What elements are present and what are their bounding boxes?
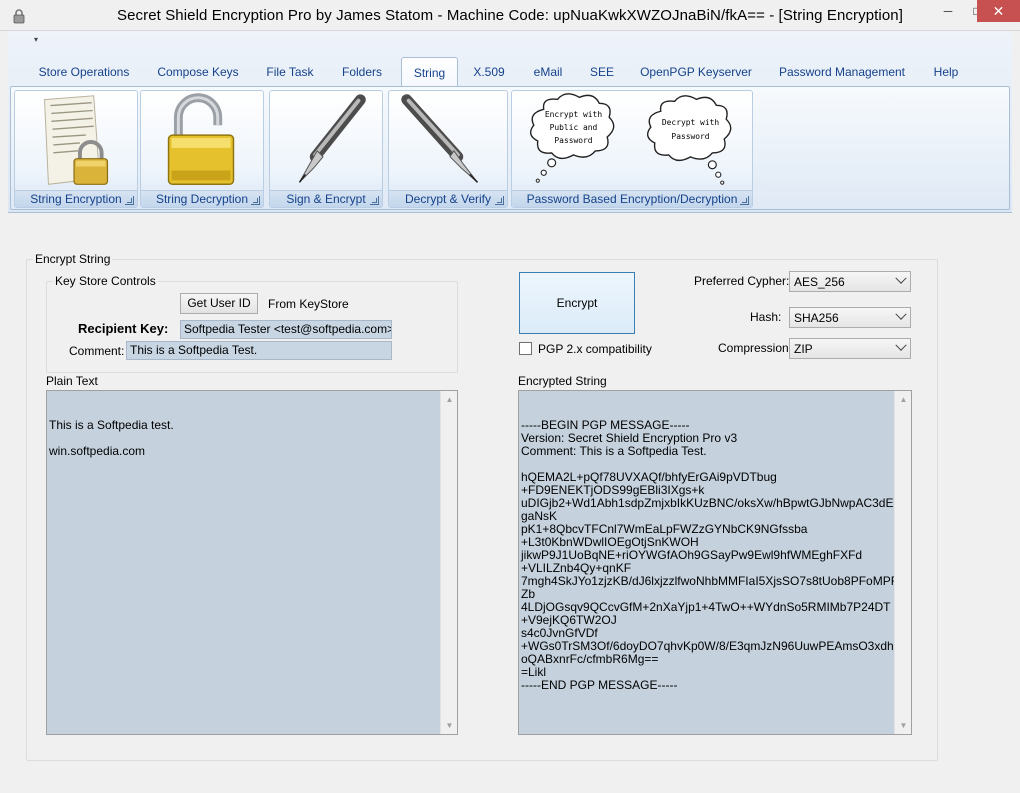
encrypt-bubble-line-3: Password (554, 136, 592, 145)
pgp2x-label: PGP 2.x compatibility (538, 342, 652, 356)
scroll-down-icon[interactable]: ▼ (441, 717, 457, 734)
tab-password-management[interactable]: Password Management (774, 57, 910, 86)
group-string-encryption[interactable]: String Encryption (14, 90, 138, 208)
scroll-down-icon[interactable]: ▼ (895, 717, 911, 734)
dialog-launcher-icon[interactable] (125, 196, 134, 205)
ribbon-tabs: Store Operations Compose Keys File Task … (8, 57, 1012, 87)
preferred-cypher-select[interactable]: AES_256 (789, 271, 911, 292)
plain-text-scrollbar[interactable]: ▲ ▼ (440, 391, 457, 734)
window-frame-right (1012, 31, 1020, 793)
encrypt-bubble-line-2: Public and (550, 123, 598, 132)
get-user-id-button[interactable]: Get User ID (180, 293, 258, 314)
plain-text-area[interactable]: This is a Softpedia test. win.softpedia.… (46, 390, 458, 735)
recipient-key-field[interactable]: Softpedia Tester <test@softpedia.com> (180, 320, 392, 339)
fountain-pen-icon (298, 94, 366, 183)
title-bar: Secret Shield Encryption Pro by James St… (0, 0, 1020, 31)
group-string-decryption[interactable]: String Decryption (140, 90, 264, 208)
group-label-sign-encrypt: Sign & Encrypt (270, 190, 382, 207)
decrypt-bubble-line-2: Password (671, 132, 709, 141)
group-password-based[interactable]: Encrypt with Public and Password Decrypt… (511, 90, 753, 208)
ribbon-panel-string: String Encryption String Decryption Sign… (10, 86, 1010, 210)
encrypt-string-title: Encrypt String (33, 252, 113, 266)
encrypted-string-content: -----BEGIN PGP MESSAGE----- Version: Sec… (521, 418, 912, 692)
key-store-controls-title: Key Store Controls (53, 274, 158, 288)
group-label-string-decryption: String Decryption (141, 190, 263, 207)
dialog-launcher-icon[interactable] (495, 196, 504, 205)
recipient-key-label: Recipient Key: (78, 321, 169, 336)
string-encryption-view: Encrypt String Key Store Controls Get Us… (8, 213, 1012, 785)
thought-bubble-icon: Encrypt with Public and Password Decrypt… (529, 93, 732, 185)
compression-value: ZIP (794, 342, 813, 356)
dialog-launcher-icon[interactable] (251, 196, 260, 205)
encrypted-string-scrollbar[interactable]: ▲ ▼ (894, 391, 911, 734)
plain-text-content: This is a Softpedia test. win.softpedia.… (49, 418, 174, 458)
padlock-open-icon (167, 93, 235, 186)
chevron-down-icon (895, 308, 907, 320)
chevron-down-icon (895, 272, 907, 284)
compression-select[interactable]: ZIP (789, 338, 911, 359)
minimize-button[interactable]: ─ (933, 0, 963, 22)
encrypted-string-area[interactable]: -----BEGIN PGP MESSAGE----- Version: Sec… (518, 390, 912, 735)
encrypted-string-label: Encrypted String (518, 374, 607, 388)
dialog-launcher-icon[interactable] (370, 196, 379, 205)
tab-string[interactable]: String (401, 57, 458, 87)
pgp2x-checkbox[interactable] (519, 342, 532, 355)
compression-label: Compression (718, 341, 789, 355)
tab-openpgp-keyserver[interactable]: OpenPGP Keyserver (636, 57, 756, 86)
plain-text-label: Plain Text (46, 374, 98, 388)
tab-see[interactable]: SEE (586, 57, 618, 86)
document-lock-icon (44, 95, 109, 185)
window-title: Secret Shield Encryption Pro by James St… (116, 7, 904, 24)
tab-email[interactable]: eMail (526, 57, 570, 86)
tab-store-operations[interactable]: Store Operations (28, 57, 140, 86)
encrypt-bubble[interactable]: Encrypt with Public and Password (529, 93, 615, 183)
scroll-up-icon[interactable]: ▲ (441, 391, 457, 408)
tab-file-task[interactable]: File Task (258, 57, 322, 86)
hash-value: SHA256 (794, 311, 839, 325)
hash-select[interactable]: SHA256 (789, 307, 911, 328)
from-keystore-label: From KeyStore (268, 297, 349, 311)
group-label-string-encryption: String Encryption (15, 190, 137, 207)
group-label-decrypt-verify: Decrypt & Verify (389, 190, 507, 207)
scroll-up-icon[interactable]: ▲ (895, 391, 911, 408)
group-decrypt-verify[interactable]: Decrypt & Verify (388, 90, 508, 208)
preferred-cypher-value: AES_256 (794, 275, 845, 289)
encrypt-bubble-line-1: Encrypt with (545, 110, 602, 119)
tab-help[interactable]: Help (926, 57, 966, 86)
tab-x509[interactable]: X.509 (468, 57, 510, 86)
tab-folders[interactable]: Folders (334, 57, 390, 86)
window-frame-left (0, 31, 8, 793)
decrypt-bubble-line-1: Decrypt with (662, 118, 719, 127)
comment-field[interactable]: This is a Softpedia Test. (126, 341, 392, 360)
tab-compose-keys[interactable]: Compose Keys (150, 57, 246, 86)
ribbon: ▾ Store Operations Compose Keys File Tas… (8, 31, 1012, 213)
fountain-pen-icon (401, 94, 479, 183)
group-label-password-based: Password Based Encryption/Decryption (512, 190, 752, 207)
group-sign-encrypt[interactable]: Sign & Encrypt (269, 90, 383, 208)
chevron-down-icon (895, 339, 907, 351)
quick-access-dropdown-icon[interactable]: ▾ (34, 35, 38, 44)
hash-label: Hash: (750, 310, 782, 324)
dialog-launcher-icon[interactable] (740, 196, 749, 205)
comment-label: Comment: (69, 344, 125, 358)
encrypt-button[interactable]: Encrypt (519, 272, 635, 334)
decrypt-bubble[interactable]: Decrypt with Password (646, 95, 732, 185)
close-button[interactable]: ✕ (977, 0, 1020, 22)
preferred-cypher-label: Preferred Cypher: (694, 274, 790, 288)
